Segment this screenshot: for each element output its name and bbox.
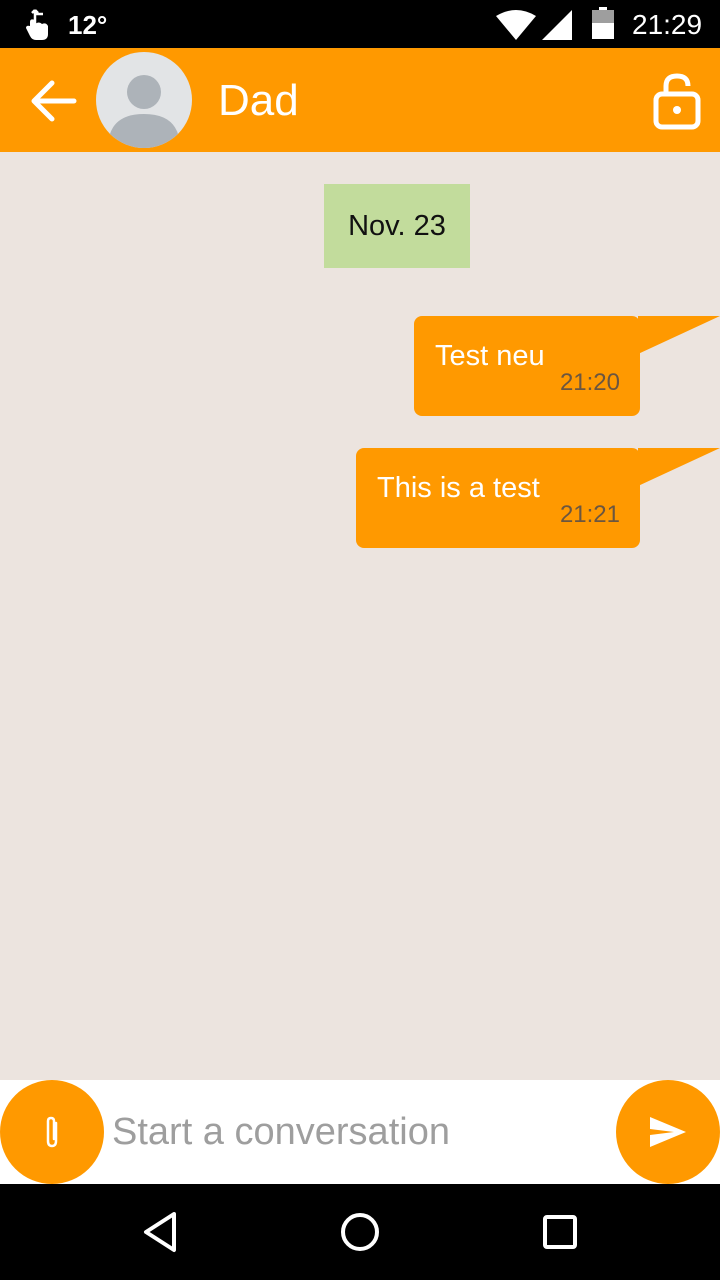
message-time: 21:21 xyxy=(559,501,620,528)
message-bubble[interactable]: This is a test 21:21 xyxy=(356,448,640,548)
message-time: 21:20 xyxy=(559,369,620,396)
touch-icon xyxy=(26,9,48,40)
message-bubble[interactable]: Test neu 21:20 xyxy=(414,316,640,416)
home-circle-icon[interactable] xyxy=(334,1206,386,1258)
app-bar: Dad xyxy=(0,48,720,152)
battery-icon xyxy=(592,7,614,39)
contact-name: Dad xyxy=(218,76,299,125)
back-triangle-icon[interactable] xyxy=(134,1206,186,1258)
unlocked-lock-icon[interactable] xyxy=(652,72,702,130)
paperclip-icon xyxy=(46,1116,58,1148)
send-button[interactable] xyxy=(616,1080,720,1184)
message-input[interactable] xyxy=(104,1080,612,1184)
temperature-label: 12° xyxy=(68,10,108,40)
avatar[interactable] xyxy=(96,52,192,148)
attach-button[interactable] xyxy=(0,1080,104,1184)
composer xyxy=(0,1080,720,1184)
avatar-placeholder-icon xyxy=(108,75,180,148)
signal-icon xyxy=(542,10,572,40)
back-arrow-icon[interactable] xyxy=(28,78,80,124)
message-text: This is a test xyxy=(377,472,540,504)
bubble-tail xyxy=(638,316,720,354)
clock: 21:29 xyxy=(632,9,703,40)
date-divider: Nov. 23 xyxy=(324,184,470,268)
message-text: Test neu xyxy=(435,340,545,372)
send-icon xyxy=(650,1117,686,1147)
system-navigation-bar xyxy=(0,1184,720,1280)
status-bar: 12° 21:29 xyxy=(0,0,720,48)
bubble-tail xyxy=(638,448,720,486)
recents-square-icon[interactable] xyxy=(534,1206,586,1258)
wifi-icon xyxy=(496,10,536,40)
